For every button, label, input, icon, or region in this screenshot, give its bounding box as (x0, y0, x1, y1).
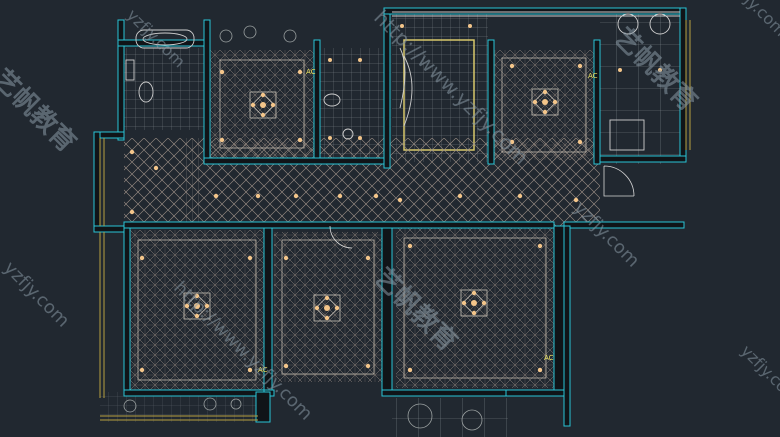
floor-plan-canvas: AC AC AC AC 艺帆教育 yzfjy.com http://www.yz… (0, 0, 780, 437)
watermark-url-corner: yzfjy.com (737, 341, 780, 407)
ac-label-bedroom-top-right: AC (588, 72, 598, 80)
watermark-url-bottom-right: yzfjy.com (569, 197, 643, 271)
watermark-url-left: yzfjy.com (0, 257, 73, 331)
ac-label-living-room: AC (544, 354, 554, 362)
balcony-floor (392, 398, 508, 437)
watermark-cn-top-left: 艺帆教育 (0, 63, 82, 158)
ac-label-bedroom-top-left: AC (306, 68, 316, 76)
hallway-strip (182, 138, 204, 226)
watermark-url-top-right: yzfjy.com (724, 0, 780, 40)
bathroom-1-floor (124, 48, 204, 130)
